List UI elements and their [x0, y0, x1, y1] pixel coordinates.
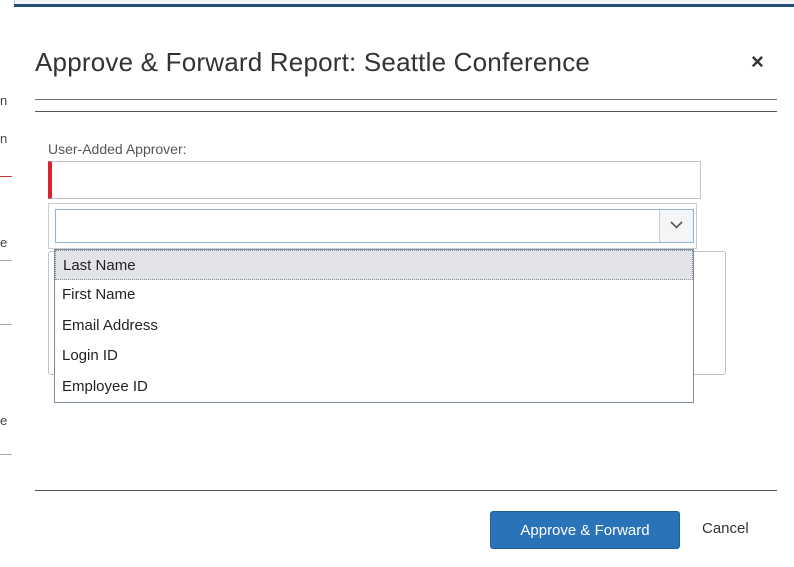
background-page-edge: n n e e: [0, 0, 15, 567]
background-text-fragment: e: [0, 235, 8, 250]
chevron-down-icon: [670, 221, 683, 229]
close-icon[interactable]: ×: [751, 49, 764, 75]
background-text-fragment: n: [0, 131, 8, 146]
background-divider: [0, 454, 12, 455]
option-login-id[interactable]: Login ID: [55, 341, 693, 371]
approve-forward-button[interactable]: Approve & Forward: [490, 511, 680, 549]
title-divider: [35, 99, 777, 100]
background-divider: [0, 260, 12, 261]
search-by-select-container: [48, 203, 697, 249]
background-divider: [0, 324, 12, 325]
dialog-title: Approve & Forward Report: Seattle Confer…: [35, 47, 591, 77]
approver-input[interactable]: [48, 161, 701, 199]
option-email-address[interactable]: Email Address: [55, 311, 693, 341]
dropdown-toggle-button[interactable]: [659, 210, 693, 242]
option-last-name[interactable]: Last Name: [55, 250, 693, 281]
title-divider: [35, 111, 777, 112]
option-employee-id[interactable]: Employee ID: [55, 372, 693, 402]
search-by-select[interactable]: [55, 209, 694, 243]
background-text-fragment: e: [0, 413, 8, 428]
cancel-button[interactable]: Cancel: [702, 520, 749, 537]
background-divider: [0, 176, 12, 177]
approver-field-label: User-Added Approver:: [48, 141, 187, 157]
background-text-fragment: n: [0, 93, 8, 108]
option-first-name[interactable]: First Name: [55, 280, 693, 310]
search-by-options-list: Last Name First Name Email Address Login…: [54, 249, 694, 403]
footer-divider: [35, 490, 777, 491]
approve-forward-dialog: Approve & Forward Report: Seattle Confer…: [14, 4, 794, 567]
